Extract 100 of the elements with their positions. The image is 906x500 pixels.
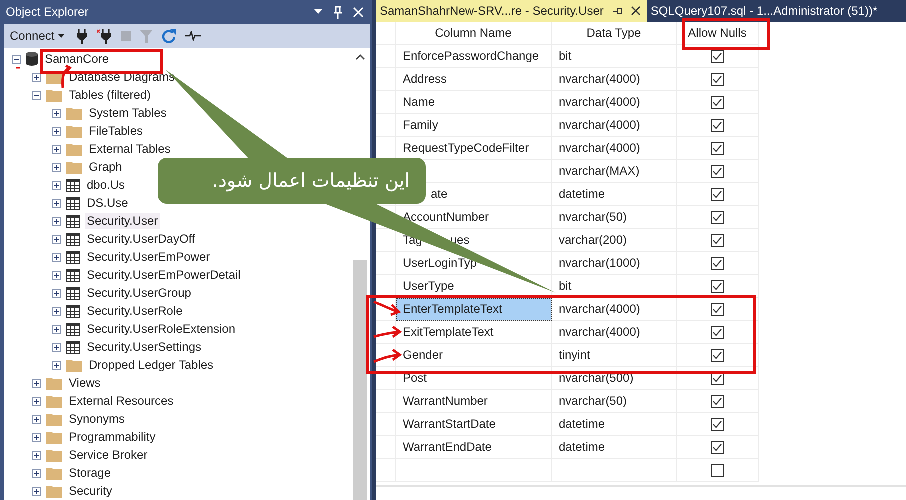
table-cell[interactable]: nvarchar(4000): [552, 321, 677, 344]
expand-icon[interactable]: [32, 378, 41, 388]
table-cell[interactable]: EnforcePasswordChange: [396, 45, 552, 68]
table-cell[interactable]: bit: [552, 45, 677, 68]
tree-item[interactable]: Storage: [67, 465, 114, 481]
checkbox[interactable]: [711, 348, 724, 362]
table-cell[interactable]: Family: [396, 114, 552, 137]
expand-icon[interactable]: [52, 252, 61, 262]
expand-icon[interactable]: [52, 180, 61, 190]
close-icon[interactable]: [630, 6, 641, 16]
checkbox[interactable]: [711, 142, 724, 154]
document-tab[interactable]: SamanShahrNew-SRV...re - Security.User: [376, 0, 647, 22]
table-cell[interactable]: Name: [396, 91, 552, 114]
expand-icon[interactable]: [52, 198, 61, 208]
tree-item[interactable]: Security.UserGroup: [85, 285, 194, 301]
checkbox[interactable]: [711, 118, 724, 132]
expand-icon[interactable]: [32, 450, 41, 460]
tree-item[interactable]: External Tables: [87, 141, 173, 157]
table-cell[interactable]: nvarchar(1000): [552, 252, 677, 275]
document-tab[interactable]: SQLQuery107.sql - 1...Administrator (51))*: [646, 0, 884, 22]
collapse-icon[interactable]: [12, 54, 21, 64]
checkbox[interactable]: [711, 96, 724, 108]
checkbox[interactable]: [711, 164, 724, 178]
expand-icon[interactable]: [52, 216, 61, 226]
table-cell[interactable]: varchar(200): [552, 229, 677, 252]
checkbox[interactable]: [711, 394, 724, 408]
table-cell[interactable]: datetime: [552, 436, 677, 459]
expand-icon[interactable]: [32, 468, 41, 478]
tree-item[interactable]: Security.UserRoleExtension: [85, 321, 238, 337]
tree-item[interactable]: SamanCore: [43, 51, 112, 67]
column-header[interactable]: Data Type: [552, 22, 677, 45]
tree-item[interactable]: Views: [67, 375, 103, 391]
expand-icon[interactable]: [52, 306, 61, 316]
table-cell[interactable]: ExitTemplateText: [396, 321, 552, 344]
expand-icon[interactable]: [32, 396, 41, 406]
table-cell[interactable]: nvarchar(4000): [552, 114, 677, 137]
tree-item[interactable]: Security.UserEmPower: [85, 249, 212, 265]
dropdown-icon[interactable]: [314, 9, 323, 15]
expand-icon[interactable]: [52, 234, 61, 244]
table-cell[interactable]: Address: [396, 68, 552, 91]
tree-item[interactable]: dbo.Us: [85, 177, 128, 193]
tree-item[interactable]: Security.User: [85, 213, 160, 229]
table-cell[interactable]: nvarchar(4000): [552, 68, 677, 91]
refresh-icon[interactable]: [162, 29, 176, 43]
expand-icon[interactable]: [52, 324, 61, 334]
table-cell[interactable]: Gender: [396, 344, 552, 367]
tree-item[interactable]: Graph: [87, 159, 124, 175]
tree-item[interactable]: Dropped Ledger Tables: [87, 357, 216, 373]
expand-icon[interactable]: [52, 288, 61, 298]
table-cell[interactable]: datetime: [552, 413, 677, 436]
table-cell[interactable]: EnterTemplateText: [396, 298, 552, 321]
tree-item[interactable]: System Tables: [87, 105, 169, 121]
tree-item[interactable]: Tables (filtered): [67, 87, 154, 103]
scroll-thumb[interactable]: [353, 260, 367, 500]
table-cell[interactable]: WarrantEndDate: [396, 436, 552, 459]
tree-item[interactable]: Synonyms: [67, 411, 128, 427]
table-cell[interactable]: nvarchar(50): [552, 206, 677, 229]
checkbox[interactable]: [711, 280, 724, 292]
table-cell[interactable]: datetime: [552, 183, 677, 206]
tree-item[interactable]: Security.UserRole: [85, 303, 185, 319]
expand-icon[interactable]: [52, 108, 61, 118]
table-cell[interactable]: nvarchar(4000): [552, 137, 677, 160]
checkbox[interactable]: [711, 440, 724, 454]
tree-item[interactable]: Database Diagrams: [67, 69, 178, 85]
tree-item[interactable]: Service Broker: [67, 447, 150, 463]
checkbox[interactable]: [711, 326, 724, 338]
table-cell[interactable]: nvarchar(4000): [552, 91, 677, 114]
expand-icon[interactable]: [52, 144, 61, 154]
tree-item[interactable]: Security.UserEmPowerDetail: [85, 267, 243, 283]
tree-item[interactable]: Security: [67, 483, 114, 499]
expand-icon[interactable]: [52, 126, 61, 136]
activity-icon[interactable]: [184, 31, 201, 41]
expand-icon[interactable]: [52, 360, 61, 370]
plug-icon[interactable]: [76, 28, 88, 44]
table-cell[interactable]: nvarchar(MAX): [552, 160, 677, 183]
table-cell[interactable]: tinyint: [552, 344, 677, 367]
table-cell[interactable]: WarrantNumber: [396, 390, 552, 413]
column-header[interactable]: Column Name: [396, 22, 552, 45]
checkbox[interactable]: [711, 234, 724, 246]
checkbox[interactable]: [711, 188, 724, 200]
pin-icon[interactable]: [612, 6, 623, 16]
expand-icon[interactable]: [32, 432, 41, 442]
tree-item[interactable]: DS.Use: [85, 195, 130, 211]
tree-item[interactable]: External Resources: [67, 393, 176, 409]
collapse-icon[interactable]: [32, 90, 41, 100]
checkbox[interactable]: [711, 50, 724, 62]
checkbox[interactable]: [711, 210, 724, 224]
checkbox[interactable]: [711, 302, 724, 316]
table-cell[interactable]: nvarchar(50): [552, 390, 677, 413]
checkbox[interactable]: [711, 418, 724, 430]
expand-icon[interactable]: [52, 342, 61, 352]
disconnect-icon[interactable]: [96, 28, 112, 44]
tree-item[interactable]: Programmability: [67, 429, 158, 445]
expand-icon[interactable]: [52, 162, 61, 172]
expand-icon[interactable]: [52, 270, 61, 280]
scroll-up-icon[interactable]: [356, 54, 364, 60]
expand-icon[interactable]: [32, 486, 41, 496]
tree-item[interactable]: Security.UserDayOff: [85, 231, 198, 247]
tree-item[interactable]: FileTables: [87, 123, 146, 139]
tree-item[interactable]: Security.UserSettings: [85, 339, 204, 355]
